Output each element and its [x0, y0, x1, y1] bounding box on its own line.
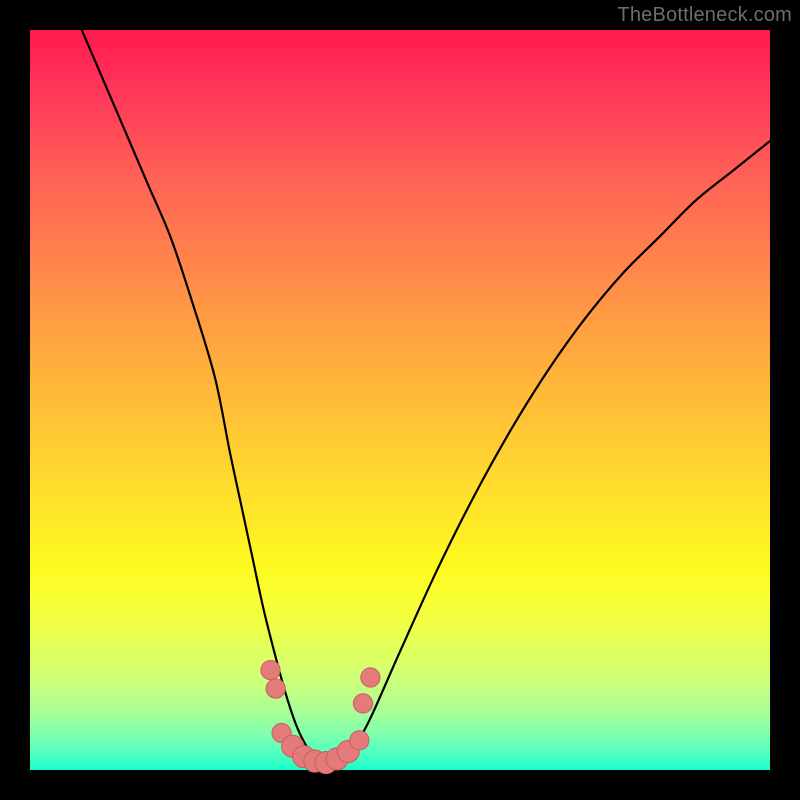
data-marker	[361, 668, 380, 687]
curve-markers	[261, 660, 380, 773]
chart-svg	[30, 30, 770, 770]
watermark-text: TheBottleneck.com	[617, 4, 792, 27]
data-marker	[266, 679, 285, 698]
data-marker	[353, 694, 372, 713]
data-marker	[261, 660, 280, 679]
bottleneck-curve	[82, 30, 770, 766]
data-marker	[350, 731, 369, 750]
